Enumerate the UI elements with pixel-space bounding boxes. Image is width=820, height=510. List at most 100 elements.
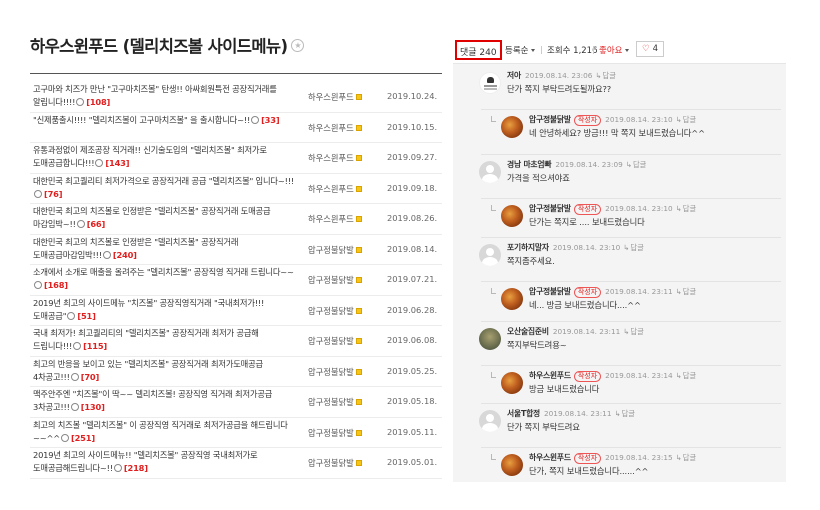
comment-count[interactable]: 댓글 240 xyxy=(455,40,502,60)
author-name[interactable]: 하우스윈푸드 xyxy=(308,214,354,224)
post-title[interactable]: 대한민국 최고퀄리티 최저가격으로 공장직거래 공급 "델리치즈볼" 입니다~!… xyxy=(33,176,294,186)
post-title-cell[interactable]: 고구마와 치즈가 만난 "고구마치즈볼" 탄생!! 아싸회원특전 공장직거래를 … xyxy=(33,83,295,109)
comment-count-badge[interactable]: [130] xyxy=(81,402,105,412)
comment-count-badge[interactable]: [33] xyxy=(261,115,280,125)
favorite-star-icon[interactable]: ★ xyxy=(291,38,305,52)
commenter-name[interactable]: 오산술집준비 xyxy=(507,327,549,336)
post-title-cell[interactable]: 2019년 최고의 사이드메뉴 "치즈볼" 공장직영직거래 "국내최저가!!! … xyxy=(33,297,295,323)
post-author[interactable]: 압구정불닭발 xyxy=(308,305,362,317)
avatar[interactable] xyxy=(479,328,501,350)
post-author[interactable]: 압구정불닭발 xyxy=(308,427,362,439)
author-name[interactable]: 압구정불닭발 xyxy=(308,428,354,438)
post-title-cell[interactable]: 유통과정없이 제조공장 직거래!! 신기술도입의 "델리치즈볼" 최저가로 도매… xyxy=(33,144,295,170)
comment-count-badge[interactable]: [66] xyxy=(87,219,106,229)
comment-count-badge[interactable]: [115] xyxy=(83,341,107,351)
post-author[interactable]: 하우스윈푸드 xyxy=(308,213,362,225)
post-row[interactable]: 2019년 최고의 사이드메뉴!! "델리치즈볼" 공장직영 국내최저가로 도매… xyxy=(30,448,442,479)
post-title-cell[interactable]: 대한민국 최고의 치즈볼로 인정받은 "델리치즈볼" 공장직거래 도매공급 마감… xyxy=(33,205,295,231)
post-row[interactable]: 유통과정없이 제조공장 직거래!! 신기술도입의 "델리치즈볼" 최저가로 도매… xyxy=(30,143,442,174)
reply-link[interactable]: 답글 xyxy=(623,243,644,252)
like-button[interactable]: ♡ 4 xyxy=(636,41,665,57)
post-row[interactable]: 대한민국 최고퀄리티 최저가격으로 공장직거래 공급 "델리치즈볼" 입니다~!… xyxy=(30,174,442,204)
commenter-name[interactable]: 서울T합정 xyxy=(507,409,540,418)
avatar[interactable] xyxy=(501,454,523,476)
post-author[interactable]: 압구정불닭발 xyxy=(308,244,362,256)
reply-link[interactable]: 답글 xyxy=(595,71,616,80)
post-row[interactable]: 맥주안주엔 "치즈볼"이 딱~~ 델리치즈볼! 공장직영 직거래 최저가공급 3… xyxy=(30,387,442,418)
post-row[interactable]: 최고의 반응을 보이고 있는 "델리치즈볼" 공장직거래 최저가도매공급 4차공… xyxy=(30,357,442,387)
post-row[interactable]: 대한민국 최고의 치즈볼로 인정받은 "델리치즈볼" 공장직거래 도매공급마감임… xyxy=(30,235,442,265)
post-row[interactable]: 소개에서 소개로 매출을 올려주는 "델리치즈볼" 공장직영 직거래 드립니다~… xyxy=(30,265,442,296)
author-name[interactable]: 압구정불닭발 xyxy=(308,397,354,407)
post-title-cell[interactable]: 최고의 치즈볼 "델리치즈볼" 이 공장직영 직거래로 최저가공급을 해드립니다… xyxy=(33,419,295,445)
post-title[interactable]: 유통과정없이 제조공장 직거래!! 신기술도입의 "델리치즈볼" 최저가로 도매… xyxy=(33,145,267,168)
reply-link[interactable]: 답글 xyxy=(676,371,697,380)
avatar[interactable] xyxy=(479,410,501,432)
comment-count-badge[interactable]: [168] xyxy=(44,280,68,290)
commenter-name[interactable]: 포기하지말자 xyxy=(507,243,549,252)
post-title[interactable]: 맥주안주엔 "치즈볼"이 딱~~ 델리치즈볼! 공장직영 직거래 최저가공급 3… xyxy=(33,389,272,412)
post-row[interactable]: 고구마와 치즈가 만난 "고구마치즈볼" 탄생!! 아싸회원특전 공장직거래를 … xyxy=(30,82,442,113)
post-title[interactable]: 대한민국 최고의 치즈볼로 인정받은 "델리치즈볼" 공장직거래 도매공급 마감… xyxy=(33,206,271,229)
author-name[interactable]: 압구정불닭발 xyxy=(308,336,354,346)
post-author[interactable]: 하우스윈푸드 xyxy=(308,183,362,195)
post-title-cell[interactable]: 소개에서 소개로 매출을 올려주는 "델리치즈볼" 공장직영 직거래 드립니다~… xyxy=(33,266,295,292)
comment-count-badge[interactable]: [51] xyxy=(77,311,96,321)
post-row[interactable]: 대한민국 최고의 치즈볼로 인정받은 "델리치즈볼" 공장직거래 도매공급 마감… xyxy=(30,204,442,235)
commenter-name[interactable]: 하우스윈푸드 xyxy=(529,371,571,380)
post-row[interactable]: 최고의 치즈볼 "델리치즈볼" 이 공장직영 직거래로 최저가공급을 해드립니다… xyxy=(30,418,442,448)
post-row[interactable]: 2019년 최고의 사이드메뉴 "치즈볼" 공장직영직거래 "국내최저가!!! … xyxy=(30,296,442,326)
commenter-name[interactable]: 경남 마초엄빠 xyxy=(507,160,552,169)
avatar[interactable] xyxy=(501,116,523,138)
comment-count-badge[interactable]: [240] xyxy=(113,250,137,260)
sort-dropdown[interactable]: 등록순 xyxy=(505,44,535,56)
post-author[interactable]: 압구정불닭발 xyxy=(308,457,362,469)
post-title[interactable]: "신제품출시!!!! "델리치즈볼이 고구마치즈볼" 을 출시합니다~!! xyxy=(33,115,250,125)
commenter-name[interactable]: 하우스윈푸드 xyxy=(529,453,571,462)
reply-link[interactable]: 답글 xyxy=(676,204,697,213)
post-title-cell[interactable]: 2019년 최고의 사이드메뉴!! "델리치즈볼" 공장직영 국내최저가로 도매… xyxy=(33,449,295,475)
comment-count-badge[interactable]: [76] xyxy=(44,189,63,199)
post-author[interactable]: 압구정불닭발 xyxy=(308,274,362,286)
like-dropdown[interactable]: 좋아요 xyxy=(599,44,629,56)
author-name[interactable]: 하우스윈푸드 xyxy=(308,184,354,194)
post-author[interactable]: 하우스윈푸드 xyxy=(308,152,362,164)
post-title-cell[interactable]: 최고의 반응을 보이고 있는 "델리치즈볼" 공장직거래 최저가도매공급 4차공… xyxy=(33,358,295,384)
post-author[interactable]: 압구정불닭발 xyxy=(308,396,362,408)
comment-count-badge[interactable]: [108] xyxy=(86,97,110,107)
author-name[interactable]: 압구정불닭발 xyxy=(308,306,354,316)
reply-link[interactable]: 답글 xyxy=(676,115,697,124)
commenter-name[interactable]: 압구정불닭발 xyxy=(529,287,571,296)
post-row[interactable]: "신제품출시!!!! "델리치즈볼이 고구마치즈볼" 을 출시합니다~!! [33… xyxy=(30,113,442,143)
avatar[interactable] xyxy=(479,161,501,183)
post-title-cell[interactable]: 국내 최저가! 최고퀄리티의 "델리치즈볼" 공장직거래 최저가 공급해 드립니… xyxy=(33,327,295,353)
avatar[interactable] xyxy=(501,205,523,227)
comment-count-badge[interactable]: [143] xyxy=(105,158,129,168)
avatar[interactable] xyxy=(479,72,501,94)
author-name[interactable]: 압구정불닭발 xyxy=(308,275,354,285)
post-title-cell[interactable]: 대한민국 최고의 치즈볼로 인정받은 "델리치즈볼" 공장직거래 도매공급마감임… xyxy=(33,236,295,262)
post-title[interactable]: 소개에서 소개로 매출을 올려주는 "델리치즈볼" 공장직영 직거래 드립니다~… xyxy=(33,267,294,277)
commenter-name[interactable]: 압구정불닭발 xyxy=(529,115,571,124)
post-author[interactable]: 압구정불닭발 xyxy=(308,366,362,378)
avatar[interactable] xyxy=(501,372,523,394)
reply-link[interactable]: 답글 xyxy=(676,453,697,462)
avatar[interactable] xyxy=(479,244,501,266)
author-name[interactable]: 하우스윈푸드 xyxy=(308,123,354,133)
post-title[interactable]: 최고의 반응을 보이고 있는 "델리치즈볼" 공장직거래 최저가도매공급 4차공… xyxy=(33,359,263,382)
comment-count-badge[interactable]: [218] xyxy=(124,463,148,473)
post-title-cell[interactable]: "신제품출시!!!! "델리치즈볼이 고구마치즈볼" 을 출시합니다~!! [33… xyxy=(33,114,295,127)
comment-count-badge[interactable]: [251] xyxy=(71,433,95,443)
post-author[interactable]: 압구정불닭발 xyxy=(308,335,362,347)
author-name[interactable]: 하우스윈푸드 xyxy=(308,153,354,163)
post-title[interactable]: 국내 최저가! 최고퀄리티의 "델리치즈볼" 공장직거래 최저가 공급해 드립니… xyxy=(33,328,259,351)
reply-link[interactable]: 답글 xyxy=(614,409,635,418)
reply-link[interactable]: 답글 xyxy=(626,160,647,169)
reply-link[interactable]: 답글 xyxy=(676,287,697,296)
reply-link[interactable]: 답글 xyxy=(623,327,644,336)
comment-count-badge[interactable]: [70] xyxy=(81,372,100,382)
author-name[interactable]: 압구정불닭발 xyxy=(308,458,354,468)
board-title[interactable]: 하우스윈푸드 (델리치즈볼 사이드메뉴) xyxy=(30,33,288,57)
post-author[interactable]: 하우스윈푸드 xyxy=(308,91,362,103)
post-title[interactable]: 고구마와 치즈가 만난 "고구마치즈볼" 탄생!! 아싸회원특전 공장직거래를 … xyxy=(33,84,277,107)
